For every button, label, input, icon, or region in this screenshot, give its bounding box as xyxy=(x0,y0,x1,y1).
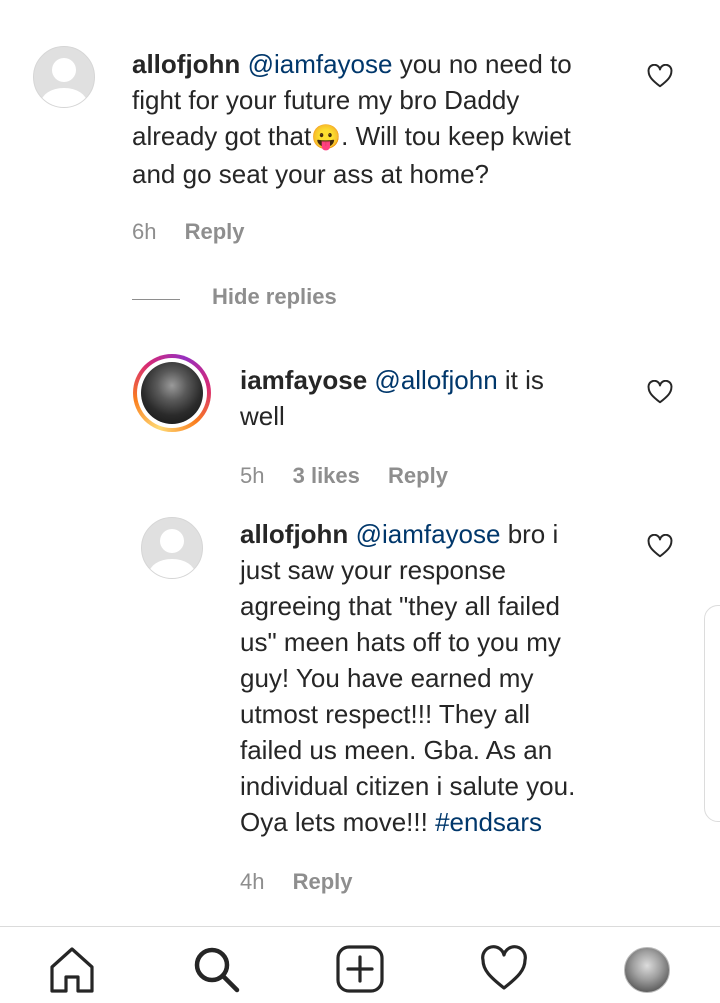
comment-mention[interactable]: @iamfayose xyxy=(356,519,501,549)
avatar-allofjohn[interactable] xyxy=(33,46,95,108)
comment-username[interactable]: allofjohn xyxy=(132,49,240,79)
comment-time: 5h xyxy=(240,463,265,488)
plus-square-icon[interactable] xyxy=(336,945,384,993)
profile-avatar[interactable] xyxy=(624,947,670,993)
hide-replies-label[interactable]: Hide replies xyxy=(212,284,337,310)
comment-time: 6h xyxy=(132,219,157,244)
comment-meta: 4h Reply xyxy=(240,869,375,895)
hashtag-link[interactable]: #endsars xyxy=(435,807,542,837)
activity-heart-icon[interactable] xyxy=(480,945,528,993)
like-heart-icon[interactable] xyxy=(647,534,673,558)
home-icon[interactable] xyxy=(48,945,96,993)
avatar-allofjohn[interactable] xyxy=(141,517,203,579)
comment-text: iamfayose @allofjohn it is well xyxy=(240,365,544,431)
avatar-iamfayose xyxy=(141,362,203,424)
comment-meta: 5h 3 likes Reply xyxy=(240,463,470,489)
comment-mention[interactable]: @allofjohn xyxy=(374,365,497,395)
reply-button[interactable]: Reply xyxy=(293,869,353,894)
avatar-iamfayose-story-ring[interactable] xyxy=(133,354,211,432)
reply-button[interactable]: Reply xyxy=(388,463,448,488)
hide-replies-divider xyxy=(132,299,180,300)
emoji: 😛 xyxy=(311,124,342,151)
comment-text: allofjohn @iamfayose bro i just saw your… xyxy=(240,519,576,837)
scroll-indicator[interactable] xyxy=(704,605,720,822)
reply-button[interactable]: Reply xyxy=(185,219,245,244)
comment-text: allofjohn @iamfayose you no need to figh… xyxy=(132,49,572,189)
comment-username[interactable]: allofjohn xyxy=(240,519,348,549)
comment-mention[interactable]: @iamfayose xyxy=(248,49,393,79)
bottom-nav xyxy=(0,926,720,1003)
comment-username[interactable]: iamfayose xyxy=(240,365,367,395)
like-heart-icon[interactable] xyxy=(647,380,673,404)
comment-meta: 6h Reply xyxy=(132,219,267,245)
comment-time: 4h xyxy=(240,869,265,894)
likes-count[interactable]: 3 likes xyxy=(293,463,360,488)
like-heart-icon[interactable] xyxy=(647,64,673,88)
search-icon[interactable] xyxy=(192,945,240,993)
